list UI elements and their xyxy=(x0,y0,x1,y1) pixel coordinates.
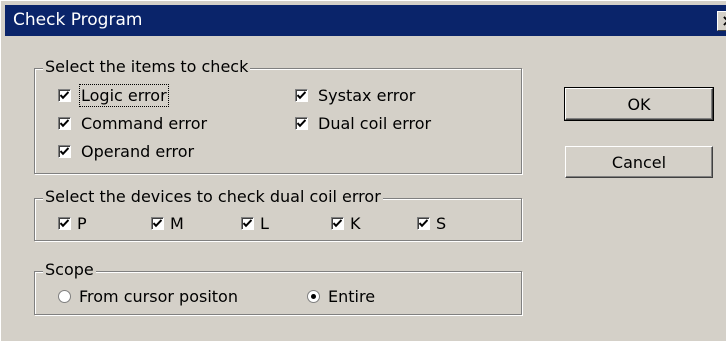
device-m-label: M xyxy=(170,214,184,233)
checkbox-icon xyxy=(58,217,71,230)
dual-coil-error-checkbox[interactable]: Dual coil error xyxy=(295,114,431,133)
window-title: Check Program xyxy=(13,10,143,30)
cancel-button-label: Cancel xyxy=(611,152,667,172)
logic-error-checkbox[interactable]: Logic error xyxy=(58,84,169,107)
scope-group-legend: Scope xyxy=(43,260,96,280)
entire-radio[interactable]: Entire xyxy=(307,287,375,306)
checkbox-icon xyxy=(58,89,71,102)
device-s-label: S xyxy=(436,214,447,233)
dual-coil-error-label: Dual coil error xyxy=(318,114,432,133)
devices-group: Select the devices to check dual coil er… xyxy=(34,187,522,241)
checkbox-icon xyxy=(295,117,308,130)
device-s-checkbox[interactable]: S xyxy=(417,214,446,233)
systax-error-label: Systax error xyxy=(318,86,416,105)
device-k-label: K xyxy=(350,214,361,233)
checkbox-icon xyxy=(331,217,344,230)
cancel-button[interactable]: Cancel xyxy=(565,146,713,178)
device-m-checkbox[interactable]: M xyxy=(151,214,184,233)
operand-error-checkbox[interactable]: Operand error xyxy=(58,142,194,161)
checkbox-icon xyxy=(58,117,71,130)
device-k-checkbox[interactable]: K xyxy=(331,214,361,233)
checkbox-icon xyxy=(417,217,430,230)
from-cursor-radio[interactable]: From cursor positon xyxy=(58,287,238,306)
device-p-label: P xyxy=(77,214,87,233)
logic-error-label: Logic error xyxy=(79,84,169,107)
radio-selected-icon xyxy=(307,290,320,303)
radio-unselected-icon xyxy=(58,290,71,303)
close-icon: × xyxy=(721,11,726,30)
check-program-dialog: Check Program × Select the items to chec… xyxy=(0,0,726,341)
checkbox-icon xyxy=(241,217,254,230)
checkbox-icon xyxy=(295,89,308,102)
from-cursor-label: From cursor positon xyxy=(79,287,238,306)
device-l-checkbox[interactable]: L xyxy=(241,214,269,233)
command-error-label: Command error xyxy=(81,114,208,133)
command-error-checkbox[interactable]: Command error xyxy=(58,114,207,133)
checkbox-icon xyxy=(151,217,164,230)
title-bar[interactable]: Check Program × xyxy=(5,5,726,36)
ok-button[interactable]: OK xyxy=(564,87,714,121)
ok-button-label: OK xyxy=(627,94,651,114)
close-button[interactable]: × xyxy=(717,11,726,31)
checkbox-icon xyxy=(58,145,71,158)
entire-label: Entire xyxy=(328,287,376,306)
devices-group-legend: Select the devices to check dual coil er… xyxy=(43,187,383,207)
systax-error-checkbox[interactable]: Systax error xyxy=(295,86,415,105)
items-group-legend: Select the items to check xyxy=(43,57,251,77)
device-l-label: L xyxy=(260,214,269,233)
operand-error-label: Operand error xyxy=(81,142,195,161)
device-p-checkbox[interactable]: P xyxy=(58,214,87,233)
